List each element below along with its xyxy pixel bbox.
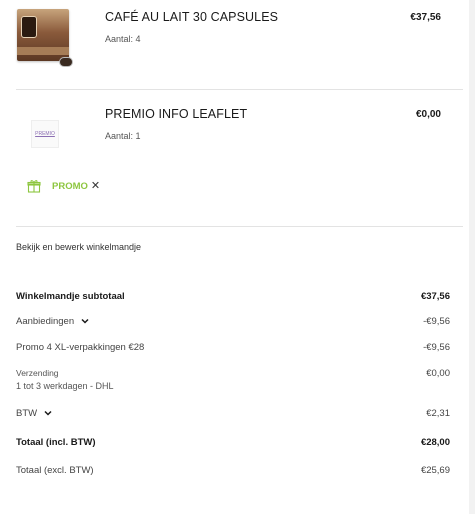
subtotal-row: Winkelmandje subtotaal €37,56 (16, 291, 450, 302)
divider (16, 89, 463, 90)
total-excl-label: Totaal (excl. BTW) (16, 465, 94, 476)
shipping-label: Verzending (16, 368, 59, 378)
vat-label[interactable]: BTW (16, 408, 37, 419)
vat-value: €2,31 (426, 408, 450, 419)
edit-cart-link[interactable]: Bekijk en bewerk winkelmandje (16, 242, 141, 252)
promo-label: PROMO (52, 180, 88, 192)
close-icon[interactable]: ✕ (91, 180, 100, 192)
product-quantity: Aantal: 4 (105, 34, 141, 44)
offers-label[interactable]: Aanbiedingen (16, 316, 74, 327)
product-price: €37,56 (410, 12, 441, 23)
shipping-value: €0,00 (426, 368, 450, 379)
vat-row[interactable]: BTW €2,31 (16, 408, 450, 419)
offers-value: -€9,56 (423, 316, 450, 327)
product-price: €0,00 (415, 109, 441, 120)
cart-item: PREMIO PREMIO INFO LEAFLET Aantal: 1 €0,… (0, 95, 465, 175)
promo-line-label: Promo 4 XL-verpakkingen €28 (16, 342, 145, 353)
total-incl-value: €28,00 (420, 437, 450, 448)
promo-tag: PROMO ✕ (27, 179, 100, 193)
cart-item: CAFÉ AU LAIT 30 CAPSULES Aantal: 4 €37,5… (0, 0, 465, 90)
product-name[interactable]: CAFÉ AU LAIT 30 CAPSULES (105, 10, 278, 24)
subtotal-label: Winkelmandje subtotaal (16, 291, 125, 302)
shipping-detail: 1 tot 3 werkdagen - DHL (16, 381, 114, 391)
total-excl-row: Totaal (excl. BTW) €25,69 (16, 465, 450, 476)
promo-line-value: -€9,56 (423, 342, 450, 353)
subtotal-value: €37,56 (420, 291, 450, 302)
product-image[interactable]: PREMIO (31, 120, 59, 148)
total-incl-row: Totaal (incl. BTW) €28,00 (16, 437, 450, 448)
chevron-down-icon[interactable] (80, 316, 90, 326)
scrollbar[interactable] (469, 0, 475, 514)
product-name[interactable]: PREMIO INFO LEAFLET (105, 107, 247, 121)
total-excl-value: €25,69 (420, 465, 450, 476)
total-incl-label: Totaal (incl. BTW) (16, 437, 96, 448)
gift-icon (27, 180, 41, 193)
product-image[interactable] (17, 9, 73, 67)
product-quantity: Aantal: 1 (105, 131, 141, 141)
offers-row[interactable]: Aanbiedingen -€9,56 (16, 316, 450, 327)
chevron-down-icon[interactable] (43, 408, 53, 418)
divider (16, 226, 463, 227)
promo-line-row: Promo 4 XL-verpakkingen €28 -€9,56 (16, 342, 450, 353)
shipping-row: Verzending 1 tot 3 werkdagen - DHL €0,00 (16, 368, 450, 391)
